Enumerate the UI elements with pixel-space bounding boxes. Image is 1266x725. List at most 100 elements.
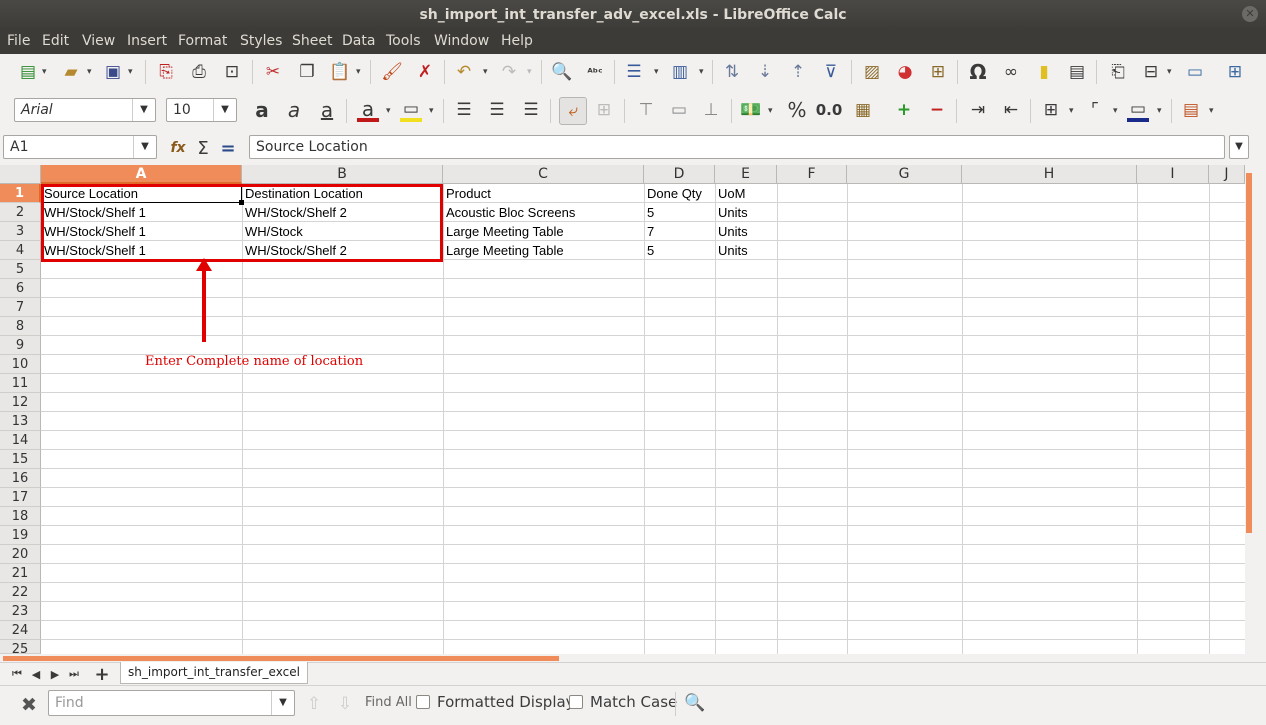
redo-dropdown-icon[interactable]: ▾ — [527, 68, 535, 77]
row-icon[interactable]: ☰ — [623, 61, 645, 83]
find-replace-icon[interactable]: 🔍 — [684, 692, 706, 714]
row-header-19[interactable]: 19 — [0, 526, 41, 545]
sort-icon[interactable]: ⇅ — [721, 61, 743, 83]
italic-icon[interactable]: a — [283, 98, 305, 122]
sort-descending-icon[interactable]: ⇣ — [754, 61, 776, 83]
font-color-dropdown-icon[interactable]: ▾ — [386, 107, 394, 116]
merge-cells-icon[interactable]: ⊞ — [593, 99, 615, 121]
cell-d3[interactable]: 7 — [644, 222, 713, 241]
autofilter-icon[interactable]: ⊽ — [820, 61, 842, 83]
column-header-g[interactable]: G — [847, 165, 962, 184]
underline-icon[interactable]: a — [316, 98, 338, 122]
currency-dropdown-icon[interactable]: ▾ — [768, 107, 776, 116]
column-header-c[interactable]: C — [443, 165, 644, 184]
row-header-9[interactable]: 9 — [0, 336, 41, 355]
find-input[interactable]: Find ▼ — [48, 690, 295, 716]
align-top-icon[interactable]: ⊤ — [635, 99, 657, 121]
cell-c2[interactable]: Acoustic Bloc Screens — [443, 203, 642, 222]
function-wizard-icon[interactable]: fx — [167, 137, 189, 159]
borders-dropdown-icon[interactable]: ▾ — [1069, 107, 1077, 116]
headers-footers-icon[interactable]: ▤ — [1066, 61, 1088, 83]
row-header-21[interactable]: 21 — [0, 564, 41, 583]
row-header-25[interactable]: 25 — [0, 640, 41, 657]
row-header-4[interactable]: 4 — [0, 241, 41, 260]
decrease-indent-icon[interactable]: ⇤ — [1000, 99, 1022, 121]
row-header-1[interactable]: 1 — [0, 184, 41, 203]
font-color-icon[interactable]: a — [357, 97, 379, 122]
formatted-display-checkbox[interactable] — [416, 695, 430, 709]
redo-icon[interactable]: ↷ — [498, 61, 520, 83]
row-header-3[interactable]: 3 — [0, 222, 41, 241]
row-header-15[interactable]: 15 — [0, 450, 41, 469]
freeze-rows-columns-icon[interactable]: ⊟ — [1140, 61, 1162, 83]
conditional-format-icon[interactable]: ▤ — [1180, 99, 1202, 121]
border-color-icon[interactable]: ▭ — [1127, 99, 1149, 122]
undo-icon[interactable]: ↶ — [453, 61, 475, 83]
row-header-23[interactable]: 23 — [0, 602, 41, 621]
increase-indent-icon[interactable]: ⇥ — [967, 99, 989, 121]
select-all-corner[interactable] — [0, 165, 41, 184]
vertical-scrollbar-thumb[interactable] — [1246, 173, 1252, 533]
row-header-2[interactable]: 2 — [0, 203, 41, 222]
wrap-text-icon[interactable]: ⤶ — [559, 97, 587, 125]
expand-formula-icon[interactable]: ▼ — [1229, 135, 1249, 159]
spelling-icon[interactable]: ᴬᵇᶜ — [584, 61, 606, 83]
clear-formatting-icon[interactable]: ✗ — [414, 61, 436, 83]
center-vertically-icon[interactable]: ▭ — [668, 99, 690, 121]
add-decimal-icon[interactable]: + — [893, 99, 915, 121]
cell-c1[interactable]: Product — [443, 184, 642, 203]
menu-window[interactable]: Window — [434, 33, 489, 49]
window-close-icon[interactable]: ✕ — [1242, 6, 1258, 22]
find-next-icon[interactable]: ⇩ — [334, 693, 356, 715]
menu-insert[interactable]: Insert — [127, 33, 167, 49]
border-style-icon[interactable]: ⌜ — [1084, 99, 1106, 121]
column-header-b[interactable]: B — [242, 165, 443, 184]
column-header-f[interactable]: F — [777, 165, 847, 184]
align-right-icon[interactable]: ☰ — [520, 99, 542, 121]
font-name-box[interactable]: Arial ▼ — [14, 98, 156, 122]
match-case-checkbox[interactable] — [569, 695, 583, 709]
cell-d4[interactable]: 5 — [644, 241, 713, 260]
clone-formatting-icon[interactable]: 🖌 — [381, 61, 403, 83]
cell-e4[interactable]: Units — [715, 241, 776, 260]
find-previous-icon[interactable]: ⇧ — [303, 693, 325, 715]
row-header-14[interactable]: 14 — [0, 431, 41, 450]
previous-sheet-icon[interactable]: ◀ — [28, 663, 44, 685]
number-format-icon[interactable]: 0.0 — [816, 99, 843, 121]
cell-c4[interactable]: Large Meeting Table — [443, 241, 642, 260]
row-header-8[interactable]: 8 — [0, 317, 41, 336]
save-dropdown-icon[interactable]: ▾ — [128, 68, 136, 77]
paste-dropdown-icon[interactable]: ▾ — [356, 68, 364, 77]
font-size-dropdown-icon[interactable]: ▼ — [213, 99, 236, 121]
menu-file[interactable]: File — [7, 33, 30, 49]
row-header-17[interactable]: 17 — [0, 488, 41, 507]
save-icon[interactable]: ▣ — [102, 61, 124, 83]
column-header-a[interactable]: A — [41, 165, 242, 184]
row-header-6[interactable]: 6 — [0, 279, 41, 298]
row-header-7[interactable]: 7 — [0, 298, 41, 317]
border-color-dropdown-icon[interactable]: ▾ — [1157, 107, 1165, 116]
column-header-d[interactable]: D — [644, 165, 715, 184]
row-dropdown-icon[interactable]: ▾ — [654, 68, 662, 77]
undo-dropdown-icon[interactable]: ▾ — [483, 68, 491, 77]
row-header-24[interactable]: 24 — [0, 621, 41, 640]
sum-icon[interactable]: Σ — [192, 137, 214, 159]
find-all-button[interactable]: Find All — [365, 695, 412, 710]
row-header-10[interactable]: 10 — [0, 355, 41, 374]
row-header-12[interactable]: 12 — [0, 393, 41, 412]
copy-icon[interactable]: ❐ — [296, 61, 318, 83]
export-pdf-icon[interactable]: ⎘ — [155, 61, 177, 83]
menu-format[interactable]: Format — [178, 33, 227, 49]
insert-image-icon[interactable]: ▨ — [861, 61, 883, 83]
font-name-dropdown-icon[interactable]: ▼ — [132, 99, 155, 121]
column-header-h[interactable]: H — [962, 165, 1137, 184]
percent-format-icon[interactable]: % — [786, 98, 808, 122]
cell-d1[interactable]: Done Qty — [644, 184, 713, 203]
sort-ascending-icon[interactable]: ⇡ — [787, 61, 809, 83]
find-replace-icon[interactable]: 🔍 — [551, 61, 573, 83]
sheet-tab[interactable]: sh_import_int_transfer_excel — [120, 662, 308, 684]
menu-edit[interactable]: Edit — [42, 33, 69, 49]
conditional-dropdown-icon[interactable]: ▾ — [1209, 107, 1217, 116]
new-document-icon[interactable]: ▤ — [17, 61, 39, 83]
border-style-dropdown-icon[interactable]: ▾ — [1113, 107, 1121, 116]
